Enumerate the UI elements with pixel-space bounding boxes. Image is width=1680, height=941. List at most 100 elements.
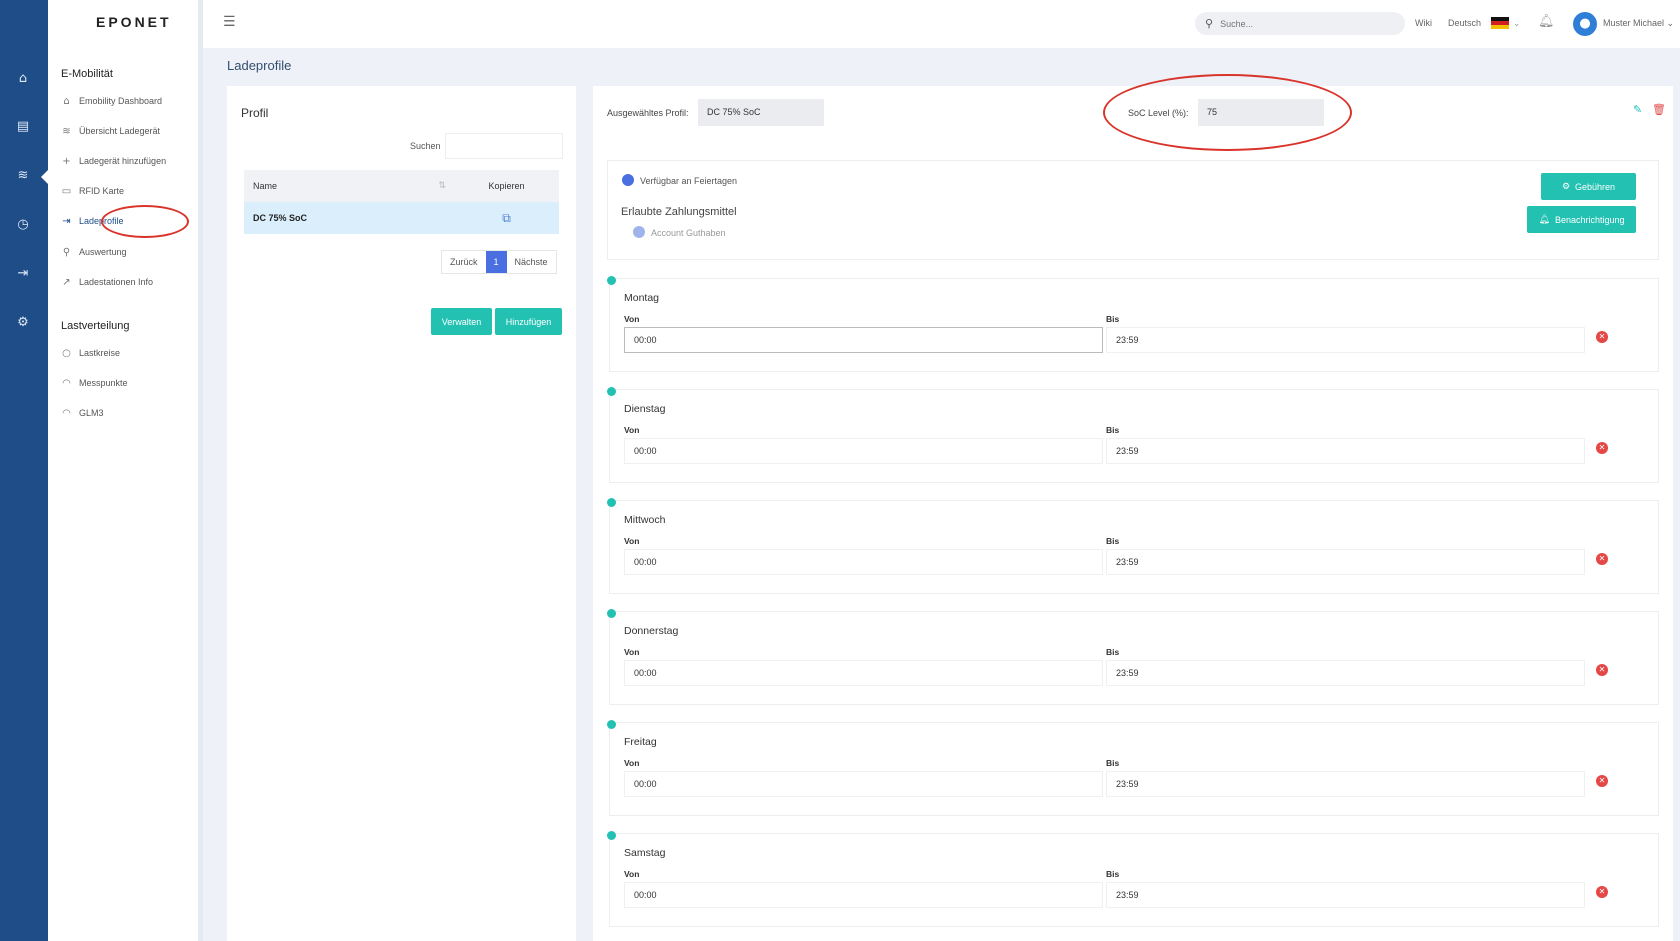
from-time-input[interactable]: 00:00: [624, 660, 1103, 686]
gauge-icon: ◠: [62, 407, 71, 419]
language-selector[interactable]: Deutsch: [1448, 18, 1481, 28]
day-status-dot: [607, 498, 616, 507]
to-label: Bis: [1106, 647, 1120, 657]
remove-icon[interactable]: ✕: [1596, 331, 1608, 343]
column-name-label: Name: [253, 181, 278, 191]
from-label: Von: [624, 758, 640, 768]
day-status-dot: [607, 387, 616, 396]
waves-icon[interactable]: ≋: [14, 167, 32, 185]
card-icon: ▭: [61, 185, 72, 197]
search-input[interactable]: [1220, 18, 1381, 29]
sidebar-item-emobility-dashboard[interactable]: ⌂ Emobility Dashboard: [61, 91, 196, 111]
selected-profile-label: Ausgewähltes Profil:: [607, 108, 689, 118]
sidebar-item-label: GLM3: [79, 408, 104, 418]
menu-icon[interactable]: ☰: [223, 14, 236, 30]
trash-icon[interactable]: 🗑︎: [1652, 103, 1666, 116]
notification-button[interactable]: 🔔︎ Benachrichtigung: [1527, 206, 1636, 233]
add-profile-button[interactable]: Hinzufügen: [495, 308, 562, 335]
pagination-next[interactable]: Nächste: [507, 251, 556, 273]
remove-icon[interactable]: ✕: [1596, 664, 1608, 676]
to-time-input[interactable]: 23:59: [1106, 660, 1585, 686]
to-label: Bis: [1106, 869, 1120, 879]
pagination-prev[interactable]: Zurück: [442, 251, 486, 273]
rail-active-indicator: [41, 170, 48, 184]
to-time-input[interactable]: 23:59: [1106, 549, 1585, 575]
column-copy: Kopieren: [488, 181, 525, 191]
account-balance-checkbox[interactable]: [633, 226, 645, 238]
day-status-dot: [607, 276, 616, 285]
sidebar-item-auswertung[interactable]: ⚲ Auswertung: [61, 242, 196, 262]
day-block-donnerstag: Donnerstag Von Bis 00:00 23:59 ✕: [607, 609, 1659, 705]
wiki-link[interactable]: Wiki: [1415, 18, 1432, 28]
sidebar-item-label: Emobility Dashboard: [79, 96, 163, 106]
home-icon[interactable]: ⌂: [14, 70, 32, 88]
profile-search-input[interactable]: [445, 133, 563, 159]
chevron-down-icon[interactable]: ⌄: [1513, 18, 1521, 29]
remove-icon[interactable]: ✕: [1596, 553, 1608, 565]
holidays-label: Verfügbar an Feiertagen: [640, 176, 738, 186]
user-menu[interactable]: Muster Michael ⌄: [1603, 18, 1674, 29]
from-time-input[interactable]: 00:00: [624, 438, 1103, 464]
from-time-input[interactable]: 00:00: [624, 549, 1103, 575]
bell-icon: 🔔︎: [1538, 214, 1550, 224]
sidebar-item-ladegeraet-hinzufuegen[interactable]: + Ladegerät hinzufügen: [61, 151, 196, 171]
table-row[interactable]: DC 75% SoC ⧉: [244, 202, 559, 234]
sidebar-item-messpunkte[interactable]: ◠ Messpunkte: [61, 373, 196, 393]
bell-icon[interactable]: 🔔︎: [1538, 14, 1555, 29]
german-flag-icon[interactable]: [1491, 17, 1509, 29]
day-block-dienstag: Dienstag Von Bis 00:00 23:59 ✕: [607, 387, 1659, 483]
sidebar-item-lastkreise[interactable]: ○ Lastkreise: [61, 343, 196, 363]
gear-icon[interactable]: ⚙: [14, 314, 32, 332]
to-time-input[interactable]: 23:59: [1106, 771, 1585, 797]
home-icon: ⌂: [63, 95, 70, 107]
clock-icon[interactable]: ◷: [14, 216, 32, 234]
from-time-input[interactable]: 00:00: [624, 327, 1103, 353]
holidays-checkbox[interactable]: [622, 174, 634, 186]
remove-icon[interactable]: ✕: [1596, 775, 1608, 787]
sidebar-item-uebersicht-ladegeraet[interactable]: ≋ Übersicht Ladegerät: [61, 121, 196, 141]
from-time-input[interactable]: 00:00: [624, 882, 1103, 908]
to-label: Bis: [1106, 758, 1120, 768]
notification-button-label: Benachrichtigung: [1554, 214, 1625, 225]
day-block-samstag: Samstag Von Bis 00:00 23:59 ✕: [607, 831, 1659, 927]
sidebar-item-label: Lastkreise: [79, 348, 121, 358]
chart-line-icon: ↗: [62, 276, 71, 288]
to-time-input[interactable]: 23:59: [1106, 882, 1585, 908]
annotation-circle-soc: [1103, 74, 1352, 151]
pagination-page-1[interactable]: 1: [485, 251, 507, 273]
remove-icon[interactable]: ✕: [1596, 442, 1608, 454]
user-name: Muster Michael: [1603, 18, 1665, 28]
from-time-input[interactable]: 00:00: [624, 771, 1103, 797]
fees-button-label: Gebühren: [1575, 181, 1616, 192]
from-label: Von: [624, 314, 640, 324]
sidebar-item-glm3[interactable]: ◠ GLM3: [61, 403, 196, 423]
avatar[interactable]: ●: [1573, 12, 1597, 36]
sidebar-item-ladestationen-info[interactable]: ↗ Ladestationen Info: [61, 272, 196, 292]
sidebar: EPONET E-Mobilität ⌂ Emobility Dashboard …: [48, 0, 203, 941]
sort-icon[interactable]: ⇅: [438, 181, 446, 191]
sidebar-item-rfid-karte[interactable]: ▭ RFID Karte: [61, 181, 196, 201]
fees-button[interactable]: ⚙ Gebühren: [1541, 173, 1636, 200]
sidebar-item-label: Übersicht Ladegerät: [79, 126, 161, 136]
edit-icon[interactable]: ✎: [1633, 103, 1642, 116]
brand-logo: EPONET: [96, 14, 172, 30]
to-time-input[interactable]: 23:59: [1106, 438, 1585, 464]
day-status-dot: [607, 831, 616, 840]
global-search: ⚲: [1195, 12, 1405, 35]
table-header: Name ⇅ Kopieren: [244, 170, 559, 202]
day-block-montag: Montag Von Bis 00:00 23:59 ✕: [607, 276, 1659, 372]
copy-icon[interactable]: ⧉: [502, 211, 511, 225]
to-time-input[interactable]: 23:59: [1106, 327, 1585, 353]
storage-icon[interactable]: ▤: [14, 118, 32, 136]
profile-card-title: Profil: [241, 106, 269, 120]
from-label: Von: [624, 647, 640, 657]
sidebar-item-label: Messpunkte: [79, 378, 128, 388]
day-name: Dienstag: [624, 403, 666, 415]
from-label: Von: [624, 869, 640, 879]
manage-button[interactable]: Verwalten: [431, 308, 492, 335]
login-icon[interactable]: ⇥: [14, 265, 32, 283]
remove-icon[interactable]: ✕: [1596, 886, 1608, 898]
search-icon: ⚲: [62, 246, 71, 258]
day-name: Donnerstag: [624, 625, 679, 637]
column-name[interactable]: Name ⇅: [244, 181, 454, 191]
